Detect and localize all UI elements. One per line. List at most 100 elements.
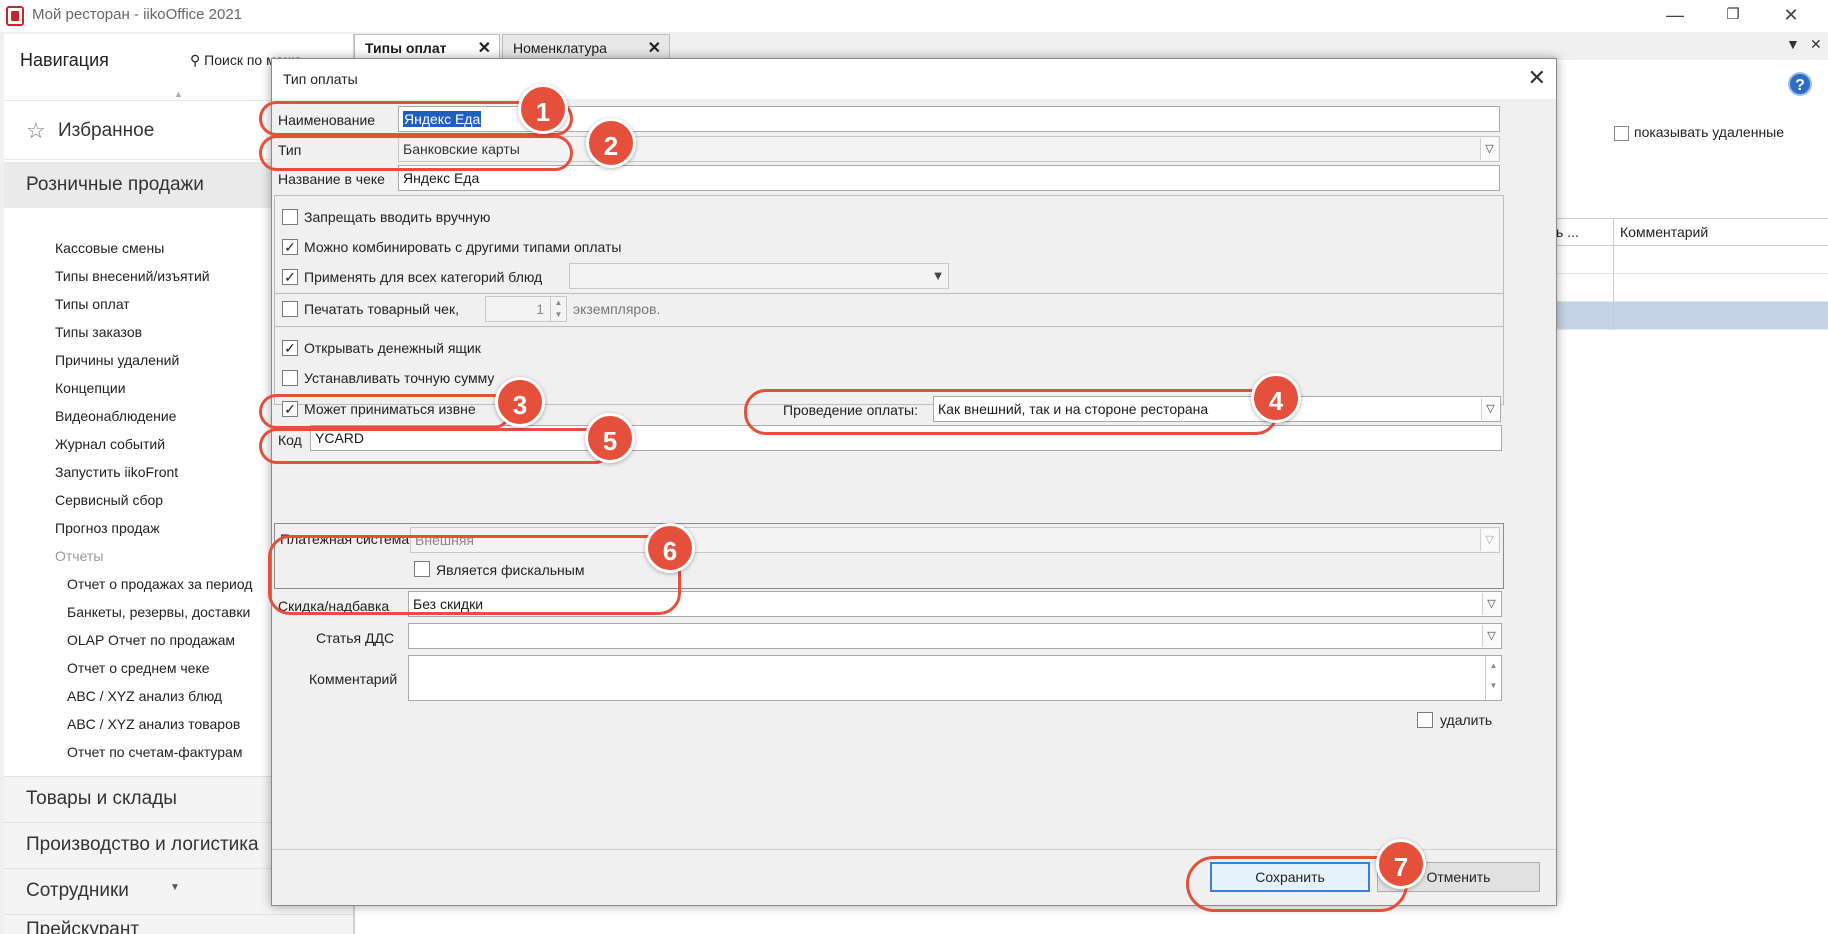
table-row[interactable] xyxy=(1556,246,1828,274)
exact-sum-checkbox[interactable] xyxy=(282,370,298,386)
grid-column-partial[interactable]: ь ... xyxy=(1556,224,1579,240)
tab-label: Номенклатура xyxy=(513,40,607,56)
categories-select[interactable]: ▼ xyxy=(569,263,949,289)
nav-title: Навигация xyxy=(20,50,109,70)
cell-divider xyxy=(1613,274,1614,302)
tab-label: Типы оплат xyxy=(365,40,447,56)
annotation-ring xyxy=(259,135,573,171)
nav-item[interactable]: Типы внесений/изъятий xyxy=(55,268,210,284)
copies-suffix: экземпляров. xyxy=(573,301,661,317)
checkbox-box[interactable] xyxy=(1614,125,1629,141)
annotation-badge: 2 xyxy=(586,118,636,168)
nav-favorites-label: Избранное xyxy=(58,120,155,141)
app-icon xyxy=(6,6,24,26)
nav-item[interactable]: Видеонаблюдение xyxy=(55,408,176,424)
table-row[interactable] xyxy=(1556,274,1828,302)
payment-type-dialog: Тип оплаты ✕ Наименование Яндекс Еда Тип… xyxy=(271,58,1557,906)
combine-checkbox[interactable]: ✓ xyxy=(282,239,298,255)
dds-select[interactable]: ▽ xyxy=(408,623,1502,649)
maximize-button[interactable]: ❐ xyxy=(1704,0,1762,32)
forbid-manual-label: Запрещать вводить вручную xyxy=(304,209,491,225)
nav-scroll-up-icon[interactable]: ▲ xyxy=(174,89,183,99)
nav-report-item[interactable]: Банкеты, резервы, доставки xyxy=(67,604,250,620)
star-icon: ☆ xyxy=(26,118,46,143)
dialog-close-button[interactable]: ✕ xyxy=(1528,65,1546,91)
all-categories-label: Применять для всех категорий блюд xyxy=(304,269,543,285)
nav-item[interactable]: Кассовые смены xyxy=(55,240,164,256)
window-titlebar: Мой ресторан - iikoOffice 2021 — ❐ ✕ xyxy=(0,0,1828,32)
chevron-down-icon[interactable]: ▼ xyxy=(929,265,947,287)
show-deleted-label: показывать удаленные xyxy=(1634,124,1785,140)
stepper-arrows-icon[interactable]: ▲ ▼ xyxy=(550,297,566,321)
nav-item[interactable]: Типы оплат xyxy=(55,296,130,312)
print-receipt-label: Печатать товарный чек, xyxy=(304,301,459,317)
annotation-badge: 3 xyxy=(495,377,545,427)
nav-report-item[interactable]: Отчет о продажах за период xyxy=(67,576,252,592)
document-tabs: Типы оплат ✕ Номенклатура ✕ ▼ ✕ xyxy=(354,32,1828,60)
nav-section-label: Производство и логистика xyxy=(26,834,259,855)
tab-payment-types[interactable]: Типы оплат ✕ xyxy=(354,34,500,60)
open-drawer-label: Открывать денежный ящик xyxy=(304,340,481,356)
dialog-titlebar: Тип оплаты ✕ xyxy=(272,59,1556,99)
annotation-badge: 4 xyxy=(1251,373,1301,423)
nav-section-label: Товары и склады xyxy=(26,788,177,809)
combine-label: Можно комбинировать с другими типами опл… xyxy=(304,239,622,255)
dds-label: Статья ДДС xyxy=(316,630,395,646)
nav-section-label: Прейскурант xyxy=(26,919,140,934)
annotation-ring xyxy=(259,394,511,429)
chevron-down-icon[interactable]: ▽ xyxy=(1482,625,1500,647)
window-title: Мой ресторан - iikoOffice 2021 xyxy=(32,6,243,23)
dialog-title: Тип оплаты xyxy=(283,71,358,87)
close-window-button[interactable]: ✕ xyxy=(1762,0,1820,32)
minimize-button[interactable]: — xyxy=(1646,0,1704,32)
nav-item[interactable]: Причины удалений xyxy=(55,352,179,368)
nav-report-item[interactable]: OLAP Отчет по продажам xyxy=(67,632,235,648)
nav-report-item[interactable]: ABC / XYZ анализ блюд xyxy=(67,688,222,704)
nav-reports-header[interactable]: Отчеты xyxy=(55,548,103,564)
tabs-close-all-icon[interactable]: ✕ xyxy=(1810,36,1822,53)
nav-item[interactable]: Прогноз продаж xyxy=(55,520,160,536)
open-drawer-checkbox[interactable]: ✓ xyxy=(282,340,298,356)
chevron-down-icon[interactable]: ▽ xyxy=(1481,398,1499,420)
grid-header: ь ... Комментарий xyxy=(1556,218,1828,247)
annotation-badge: 1 xyxy=(518,84,568,134)
help-icon[interactable]: ? xyxy=(1788,72,1812,96)
chevron-down-icon[interactable]: ▽ xyxy=(1480,529,1498,551)
scrollbar-icon[interactable]: ▲ ▼ xyxy=(1485,656,1501,700)
forbid-manual-checkbox[interactable] xyxy=(282,209,298,225)
nav-section-pricelist[interactable]: Прейскурант xyxy=(4,914,353,934)
nav-report-item[interactable]: ABC / XYZ анализ товаров xyxy=(67,716,240,732)
nav-item[interactable]: Запустить iikoFront xyxy=(55,464,178,480)
table-row-selected[interactable] xyxy=(1556,302,1828,330)
annotation-badge: 5 xyxy=(585,413,635,463)
nav-report-item[interactable]: Отчет по счетам-фактурам xyxy=(67,744,242,760)
nav-item[interactable]: Журнал событий xyxy=(55,436,165,452)
grid-column-comment[interactable]: Комментарий xyxy=(1613,219,1714,247)
nav-scroll-down-icon[interactable]: ▼ xyxy=(170,882,180,893)
nav-section-label: Розничные продажи xyxy=(26,174,204,195)
comment-textarea[interactable]: ▲ ▼ xyxy=(408,655,1502,701)
chevron-down-icon[interactable]: ▽ xyxy=(1480,138,1498,160)
annotation-ring xyxy=(1186,856,1408,912)
nav-report-item[interactable]: Отчет о среднем чеке xyxy=(67,660,210,676)
all-categories-checkbox[interactable]: ✓ xyxy=(282,269,298,285)
delete-checkbox[interactable] xyxy=(1417,712,1433,728)
annotation-badge: 7 xyxy=(1376,839,1426,889)
nav-item[interactable]: Концепции xyxy=(55,380,126,396)
nav-item[interactable]: Сервисный сбор xyxy=(55,492,163,508)
exact-sum-label: Устанавливать точную сумму xyxy=(304,370,495,386)
nav-item[interactable]: Типы заказов xyxy=(55,324,142,340)
chevron-down-icon[interactable]: ▽ xyxy=(1482,593,1500,615)
nav-section-label: Сотрудники xyxy=(26,880,129,901)
tabs-dropdown-icon[interactable]: ▼ xyxy=(1786,36,1800,52)
copies-stepper[interactable]: 1 ▲ ▼ xyxy=(485,296,567,322)
tab-nomenclature[interactable]: Номенклатура ✕ xyxy=(502,34,670,60)
cell-divider xyxy=(1613,302,1614,330)
show-deleted-checkbox[interactable]: показывать удаленные xyxy=(1614,124,1784,141)
tab-close-icon[interactable]: ✕ xyxy=(478,38,491,58)
tab-close-icon[interactable]: ✕ xyxy=(648,38,661,58)
print-receipt-checkbox[interactable] xyxy=(282,301,298,317)
dialog-body: Наименование Яндекс Еда Тип Банковские к… xyxy=(272,99,1556,847)
annotation-ring xyxy=(259,428,613,464)
receipt-name-label: Название в чеке xyxy=(278,171,385,187)
